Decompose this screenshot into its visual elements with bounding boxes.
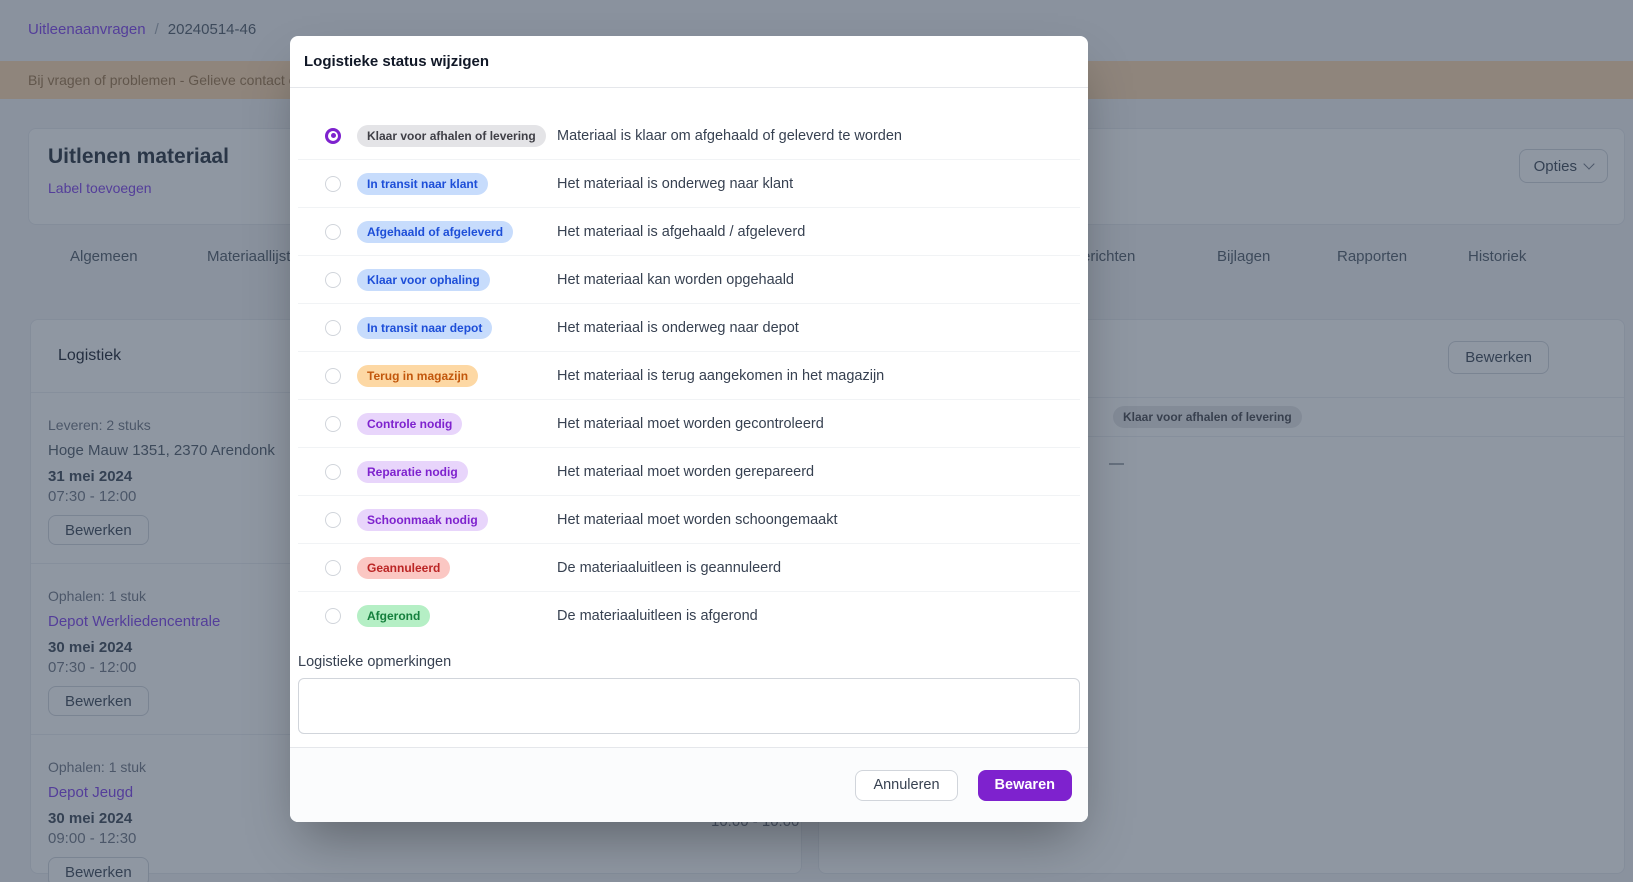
status-option-row[interactable]: Afgerond De materiaaluitleen is afgerond <box>298 592 1080 640</box>
status-badge: Schoonmaak nodig <box>357 509 488 531</box>
status-description: Materiaal is klaar om afgehaald of gelev… <box>557 128 902 144</box>
status-badge: Terug in magazijn <box>357 365 478 387</box>
status-description: Het materiaal moet worden gecontroleerd <box>557 416 824 432</box>
status-option-left: Geannuleerd <box>325 557 557 579</box>
radio-button[interactable] <box>325 320 341 336</box>
status-option-row[interactable]: Terug in magazijn Het materiaal is terug … <box>298 352 1080 400</box>
status-description: Het materiaal moet worden schoongemaakt <box>557 512 837 528</box>
status-description: Het materiaal moet worden gerepareerd <box>557 464 814 480</box>
status-description: Het materiaal kan worden opgehaald <box>557 272 794 288</box>
status-badge: Klaar voor afhalen of levering <box>357 125 546 147</box>
status-option-left: Schoonmaak nodig <box>325 509 557 531</box>
radio-button[interactable] <box>325 272 341 288</box>
status-option-left: Reparatie nodig <box>325 461 557 483</box>
radio-button[interactable] <box>325 560 341 576</box>
status-option-row[interactable]: Schoonmaak nodig Het materiaal moet worde… <box>298 496 1080 544</box>
radio-button[interactable] <box>325 608 341 624</box>
modal-dialog: Logistieke status wijzigen Klaar voor af… <box>290 36 1088 822</box>
notes-label: Logistieke opmerkingen <box>290 654 1088 670</box>
status-description: Het materiaal is onderweg naar klant <box>557 176 793 192</box>
status-badge: Reparatie nodig <box>357 461 468 483</box>
status-option-left: Afgerond <box>325 605 557 627</box>
modal-footer: Annuleren Bewaren <box>290 747 1088 822</box>
modal-header: Logistieke status wijzigen <box>290 36 1088 88</box>
radio-button[interactable] <box>325 512 341 528</box>
status-description: De materiaaluitleen is geannuleerd <box>557 560 781 576</box>
modal-title: Logistieke status wijzigen <box>304 53 489 70</box>
status-option-left: Klaar voor ophaling <box>325 269 557 291</box>
radio-button[interactable] <box>325 176 341 192</box>
status-option-left: Afgehaald of afgeleverd <box>325 221 557 243</box>
status-badge: Afgehaald of afgeleverd <box>357 221 513 243</box>
status-description: Het materiaal is terug aangekomen in het… <box>557 368 884 384</box>
status-option-left: In transit naar depot <box>325 317 557 339</box>
status-option-row[interactable]: Geannuleerd De materiaaluitleen is geannu… <box>298 544 1080 592</box>
notes-textarea[interactable] <box>298 678 1080 734</box>
status-badge: Geannuleerd <box>357 557 450 579</box>
status-badge: In transit naar depot <box>357 317 492 339</box>
status-badge: Klaar voor ophaling <box>357 269 490 291</box>
status-option-row[interactable]: In transit naar depot Het materiaal is on… <box>298 304 1080 352</box>
radio-button[interactable] <box>325 416 341 432</box>
status-option-row[interactable]: Afgehaald of afgeleverd Het materiaal is … <box>298 208 1080 256</box>
status-option-row[interactable]: In transit naar klant Het materiaal is on… <box>298 160 1080 208</box>
status-options-list: Klaar voor afhalen of levering Materiaal … <box>290 88 1088 640</box>
status-badge: In transit naar klant <box>357 173 488 195</box>
save-button[interactable]: Bewaren <box>978 770 1072 801</box>
status-badge: Controle nodig <box>357 413 462 435</box>
status-option-left: Controle nodig <box>325 413 557 435</box>
cancel-button[interactable]: Annuleren <box>855 770 957 801</box>
radio-button[interactable] <box>325 128 341 144</box>
status-badge: Afgerond <box>357 605 430 627</box>
status-option-left: Terug in magazijn <box>325 365 557 387</box>
status-option-row[interactable]: Klaar voor ophaling Het materiaal kan wor… <box>298 256 1080 304</box>
status-description: Het materiaal is onderweg naar depot <box>557 320 799 336</box>
status-option-row[interactable]: Klaar voor afhalen of levering Materiaal … <box>298 112 1080 160</box>
status-option-left: In transit naar klant <box>325 173 557 195</box>
status-description: De materiaaluitleen is afgerond <box>557 608 758 624</box>
radio-button[interactable] <box>325 368 341 384</box>
radio-button[interactable] <box>325 464 341 480</box>
status-option-row[interactable]: Reparatie nodig Het materiaal moet worden… <box>298 448 1080 496</box>
status-option-left: Klaar voor afhalen of levering <box>325 125 557 147</box>
radio-button[interactable] <box>325 224 341 240</box>
status-description: Het materiaal is afgehaald / afgeleverd <box>557 224 805 240</box>
status-option-row[interactable]: Controle nodig Het materiaal moet worden … <box>298 400 1080 448</box>
